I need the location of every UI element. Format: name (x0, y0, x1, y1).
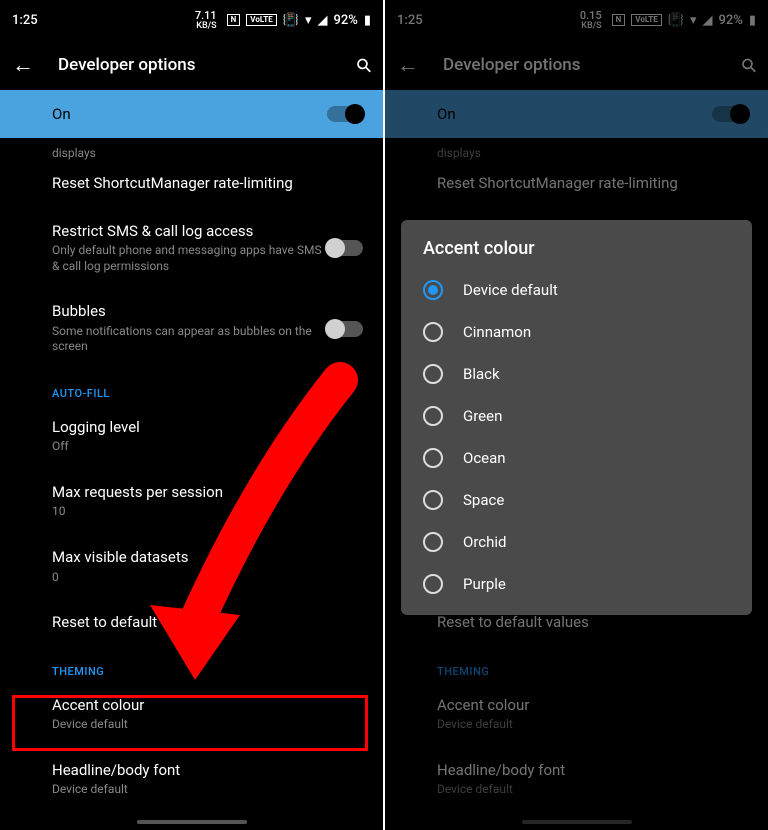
radio-icon (423, 406, 443, 426)
autofill-section: AUTO-FILL (52, 369, 383, 404)
battery-percent: 92% (718, 13, 742, 28)
nav-pill[interactable] (522, 820, 632, 824)
header: ← Developer options ⚲ (0, 40, 383, 90)
vibrate-icon: 📳 (668, 13, 684, 28)
back-icon[interactable]: ← (12, 52, 34, 78)
accent-colour-dialog: Accent colour Device default Cinnamon Bl… (401, 220, 752, 615)
accent-colour-row[interactable]: Accent colour Device default (52, 682, 383, 747)
master-toggle[interactable] (327, 106, 363, 122)
vibrate-icon: 📳 (283, 13, 299, 28)
restrict-sms-toggle[interactable] (327, 240, 363, 256)
status-time: 1:25 (12, 13, 38, 28)
master-toggle-label: On (437, 105, 456, 123)
theming-section: THEMING (52, 647, 383, 682)
restrict-sms-row[interactable]: Restrict SMS & call log access Only defa… (52, 208, 383, 289)
radio-icon (423, 364, 443, 384)
radio-icon (423, 490, 443, 510)
option-cinnamon[interactable]: Cinnamon (409, 311, 744, 353)
battery-icon: ▮ (749, 13, 756, 28)
option-device-default[interactable]: Device default (409, 269, 744, 311)
nfc-icon: N (227, 14, 241, 26)
reset-shortcutmanager-row[interactable]: Reset ShortcutManager rate-limiting (52, 160, 383, 208)
header: ← Developer options ⚲ (385, 40, 768, 90)
battery-icon: ▮ (364, 13, 371, 28)
max-requests-row[interactable]: Max requests per session 10 (52, 469, 383, 534)
bubbles-row[interactable]: Bubbles Some notifications can appear as… (52, 288, 383, 369)
reset-shortcutmanager-row[interactable]: Reset ShortcutManager rate-limiting (437, 160, 768, 208)
dialog-title: Accent colour (409, 238, 744, 269)
network-speed: 7.11KB/S (195, 10, 217, 31)
signal-icon: ◢ (317, 13, 327, 28)
search-icon[interactable]: ⚲ (736, 52, 762, 78)
phone-right: 1:25 0.15KB/S N VoLTE 📳 ▾ ◢ 92% ▮ ← Deve… (385, 0, 768, 830)
max-visible-datasets-row[interactable]: Max visible datasets 0 (52, 534, 383, 599)
radio-icon (423, 532, 443, 552)
option-ocean[interactable]: Ocean (409, 437, 744, 479)
status-time: 1:25 (397, 13, 423, 28)
statusbar: 1:25 0.15KB/S N VoLTE 📳 ▾ ◢ 92% ▮ (385, 0, 768, 40)
option-space[interactable]: Space (409, 479, 744, 521)
page-title: Developer options (443, 55, 718, 75)
master-toggle-label: On (52, 105, 71, 123)
battery-percent: 92% (333, 13, 357, 28)
trailing-subtitle: displays (0, 138, 383, 160)
bubbles-toggle[interactable] (327, 321, 363, 337)
page-title: Developer options (58, 55, 333, 75)
master-toggle-bar[interactable]: On (0, 90, 383, 138)
radio-icon (423, 280, 443, 300)
logging-level-row[interactable]: Logging level Off (52, 404, 383, 469)
phone-left: 1:25 7.11KB/S N VoLTE 📳 ▾ ◢ 92% ▮ ← Deve… (0, 0, 383, 830)
radio-icon (423, 574, 443, 594)
option-orchid[interactable]: Orchid (409, 521, 744, 563)
master-toggle-bar[interactable]: On (385, 90, 768, 138)
volte-icon: VoLTE (631, 14, 661, 26)
option-green[interactable]: Green (409, 395, 744, 437)
option-black[interactable]: Black (409, 353, 744, 395)
statusbar: 1:25 7.11KB/S N VoLTE 📳 ▾ ◢ 92% ▮ (0, 0, 383, 40)
wifi-icon: ▾ (690, 13, 697, 28)
volte-icon: VoLTE (246, 14, 276, 26)
nfc-icon: N (612, 14, 626, 26)
radio-icon (423, 322, 443, 342)
search-icon[interactable]: ⚲ (351, 52, 377, 78)
nav-pill[interactable] (137, 820, 247, 824)
option-purple[interactable]: Purple (409, 563, 744, 605)
network-speed: 0.15KB/S (580, 10, 602, 31)
headline-font-row[interactable]: Headline/body font Device default (52, 747, 383, 812)
back-icon[interactable]: ← (397, 52, 419, 78)
theming-section: THEMING (437, 647, 768, 682)
master-toggle[interactable] (712, 106, 748, 122)
headline-font-row[interactable]: Headline/body font Device default (437, 747, 768, 812)
wifi-icon: ▾ (305, 13, 312, 28)
accent-colour-row[interactable]: Accent colour Device default (437, 682, 768, 747)
radio-icon (423, 448, 443, 468)
reset-to-default-row[interactable]: Reset to default (52, 599, 383, 647)
trailing-subtitle: displays (385, 138, 768, 160)
signal-icon: ◢ (702, 13, 712, 28)
